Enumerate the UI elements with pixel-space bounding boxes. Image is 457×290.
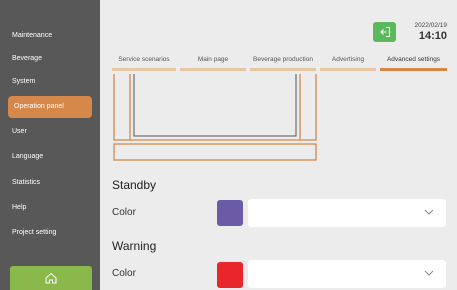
- sidebar-item-maintenance[interactable]: Maintenance: [8, 25, 92, 47]
- sidebar-item-user[interactable]: User: [8, 121, 92, 143]
- time-display: 14:10: [418, 30, 447, 42]
- sidebar: Maintenance Beverage System Operation pa…: [0, 0, 100, 290]
- sidebar-item-beverage[interactable]: Beverage: [8, 48, 92, 70]
- tab-advertising[interactable]: Advertising: [320, 55, 376, 71]
- warning-color-label: Color: [112, 268, 136, 279]
- tab-beverage-production[interactable]: Beverage production: [250, 55, 316, 71]
- warning-title: Warning: [112, 239, 157, 253]
- sidebar-item-project-setting[interactable]: Project setting: [8, 222, 92, 244]
- warning-color-swatch[interactable]: [217, 262, 243, 288]
- exit-icon: [379, 27, 390, 37]
- standby-color-label: Color: [112, 207, 136, 218]
- standby-title: Standby: [112, 178, 157, 192]
- chevron-down-icon: [424, 270, 434, 276]
- tab-main-page[interactable]: Main page: [180, 55, 246, 71]
- sidebar-item-language[interactable]: Language: [8, 146, 92, 168]
- tab-service-scenarios[interactable]: Service scenarios: [112, 55, 176, 71]
- standby-color-select[interactable]: [248, 199, 446, 227]
- tab-bar: Service scenarios Main page Beverage pro…: [112, 55, 447, 71]
- sidebar-item-help[interactable]: Help: [8, 197, 92, 219]
- standby-color-swatch[interactable]: [217, 200, 243, 226]
- chevron-down-icon: [424, 209, 434, 215]
- warning-color-select[interactable]: [248, 260, 446, 288]
- device-outline-diagram: [113, 74, 317, 161]
- exit-button[interactable]: [373, 22, 396, 42]
- home-icon: [45, 272, 57, 284]
- home-button[interactable]: [10, 266, 92, 290]
- sidebar-item-operation-panel[interactable]: Operation panel: [8, 96, 92, 118]
- sidebar-item-system[interactable]: System: [8, 71, 92, 93]
- date-display: 2022/02/19: [414, 22, 447, 29]
- tab-advanced-settings[interactable]: Advanced settings: [380, 55, 447, 71]
- sidebar-item-statistics[interactable]: Statistics: [8, 172, 92, 194]
